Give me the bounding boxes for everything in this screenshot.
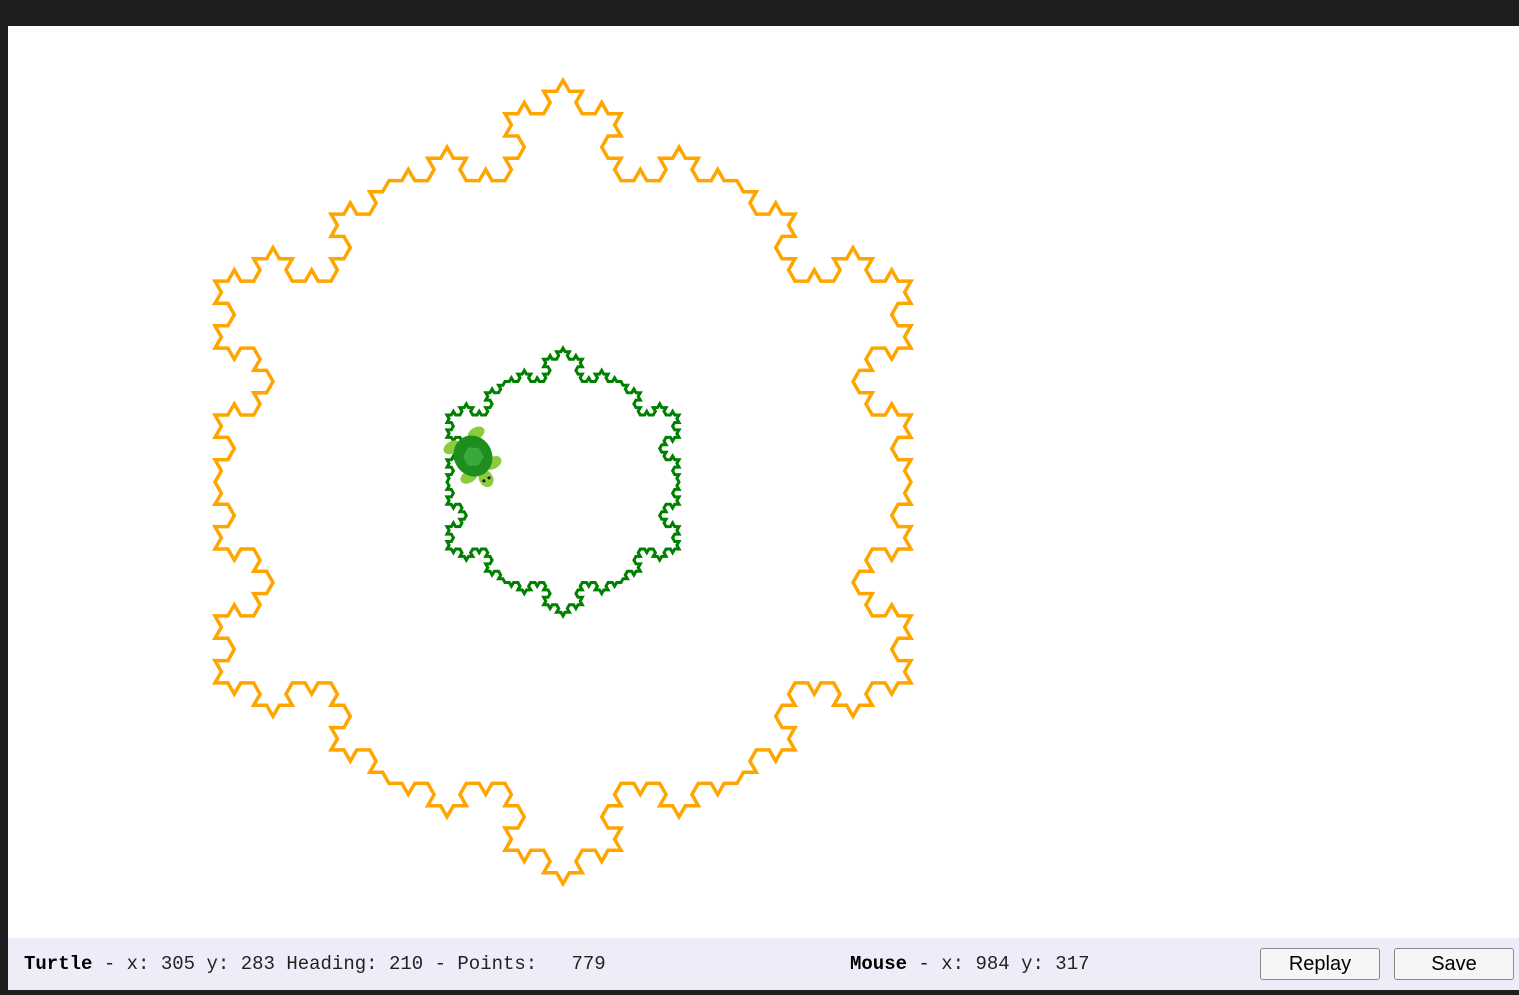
turtle-x-label: x:: [126, 953, 150, 975]
turtle-label: Turtle: [24, 953, 93, 975]
turtle-y-label: y:: [206, 953, 230, 975]
turtle-status: Turtle - x: 305 y: 283 Heading: 210 - Po…: [24, 953, 606, 975]
mouse-x-label: x:: [941, 953, 965, 975]
window-top-bar: [0, 0, 1519, 26]
turtle-y-value: 283: [240, 953, 275, 975]
mouse-x-value: 984: [975, 953, 1010, 975]
window-bottom-edge: [0, 990, 1519, 995]
turtle-canvas[interactable]: [8, 26, 1519, 938]
mouse-y-label: y:: [1021, 953, 1044, 975]
heading-value: 210: [388, 953, 424, 975]
mouse-status: Mouse - x: 984 y: 317: [850, 953, 1090, 975]
drawing-surface: [211, 76, 915, 888]
save-button[interactable]: Save: [1394, 948, 1514, 980]
replay-button[interactable]: Replay: [1260, 948, 1380, 980]
points-label: Points:: [457, 953, 538, 975]
mouse-y-value: 317: [1055, 953, 1090, 975]
turtle-x-value: 305: [160, 953, 196, 975]
status-bar: Turtle - x: 305 y: 283 Heading: 210 - Po…: [8, 938, 1519, 990]
points-value: 779: [571, 953, 606, 975]
heading-label: Heading:: [286, 953, 378, 975]
mouse-label: Mouse: [850, 953, 908, 975]
outer-koch-snowflake: [211, 76, 915, 888]
